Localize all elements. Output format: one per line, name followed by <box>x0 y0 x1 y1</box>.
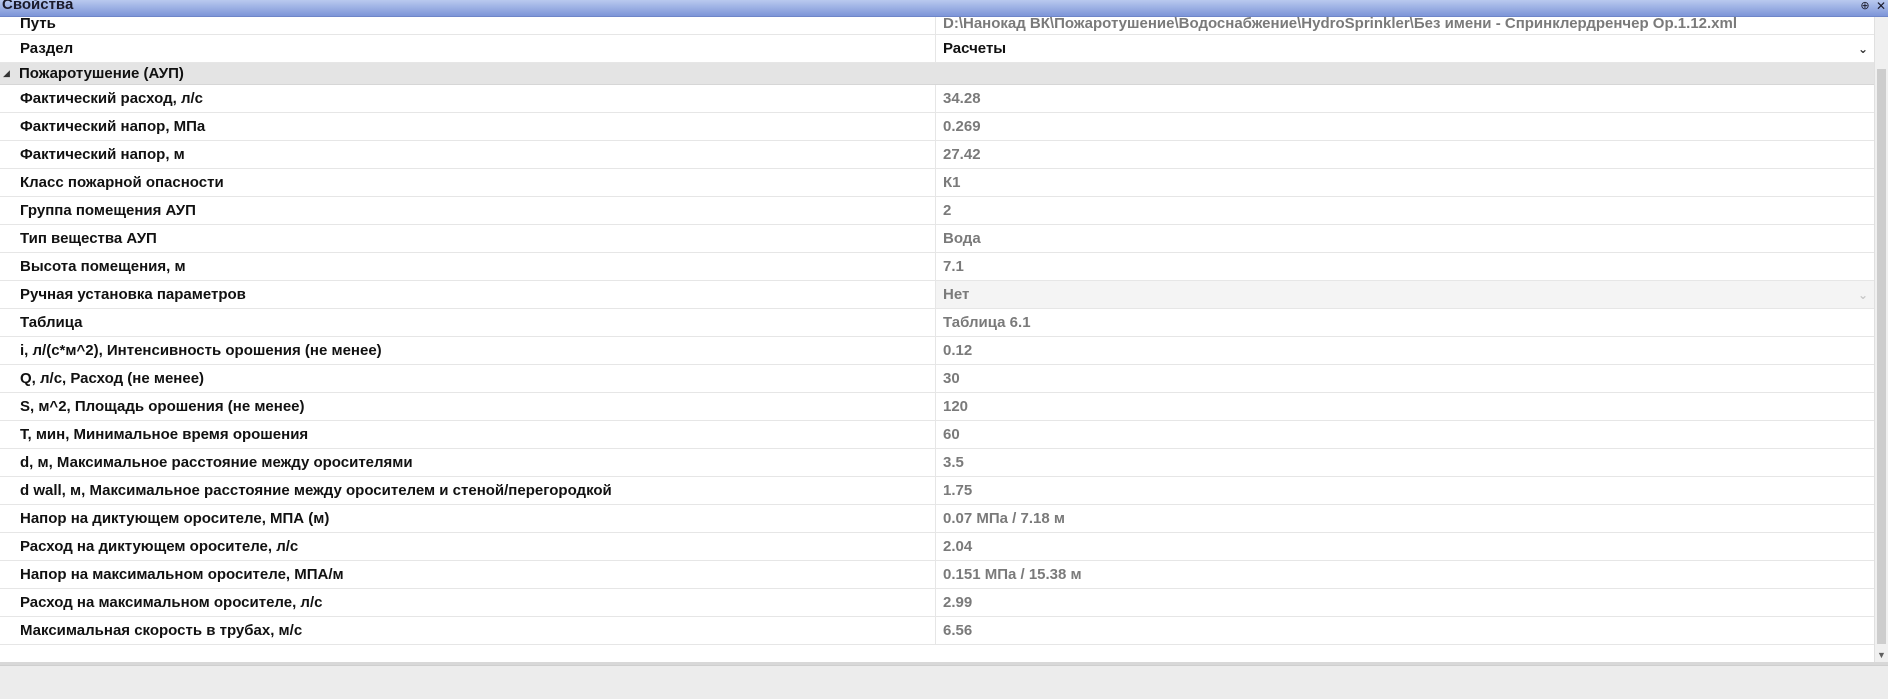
property-name: d, м, Максимальное расстояние между орос… <box>0 449 936 476</box>
property-row[interactable]: T, мин, Минимальное время орошения 60 <box>0 421 1874 449</box>
property-row[interactable]: Фактический напор, МПа 0.269 <box>0 113 1874 141</box>
property-row[interactable]: Расход на максимальном оросителе, л/с 2.… <box>0 589 1874 617</box>
property-row[interactable]: Фактический напор, м 27.42 <box>0 141 1874 169</box>
property-value: 0.07 МПа / 7.18 м <box>943 510 1065 527</box>
property-row[interactable]: Напор на диктующем оросителе, МПА (м) 0.… <box>0 505 1874 533</box>
property-name: S, м^2, Площадь орошения (не менее) <box>0 393 936 420</box>
property-name: Высота помещения, м <box>0 253 936 280</box>
scroll-down-icon[interactable]: ▼ <box>1875 648 1888 662</box>
property-value: 30 <box>943 370 960 387</box>
property-name: Напор на диктующем оросителе, МПА (м) <box>0 505 936 532</box>
chevron-down-icon[interactable]: ⌄ <box>1858 42 1868 56</box>
property-value: Таблица 6.1 <box>943 314 1031 331</box>
property-name: Расход на максимальном оросителе, л/с <box>0 589 936 616</box>
property-row[interactable]: Максимальная скорость в трубах, м/с 6.56 <box>0 617 1874 645</box>
property-name: Q, л/с, Расход (не менее) <box>0 365 936 392</box>
property-row[interactable]: Таблица Таблица 6.1 <box>0 309 1874 337</box>
vertical-scrollbar[interactable]: ▼ <box>1874 17 1888 662</box>
property-name: Раздел <box>0 35 936 62</box>
property-value: 7.1 <box>943 258 964 275</box>
property-row-section[interactable]: Раздел Расчеты ⌄ <box>0 35 1874 63</box>
property-name: Фактический расход, л/с <box>0 85 936 112</box>
property-row[interactable]: Тип вещества АУП Вода <box>0 225 1874 253</box>
chevron-down-icon[interactable]: ⌄ <box>1858 288 1868 302</box>
manual-setup-select-value: Нет <box>943 286 970 303</box>
property-grid: Путь D:\Нанокад ВК\Пожаротушение\Водосна… <box>0 17 1874 662</box>
property-value: D:\Нанокад ВК\Пожаротушение\Водоснабжени… <box>943 17 1738 32</box>
title-bar[interactable]: Свойства ⊕ ✕ <box>0 0 1888 17</box>
property-name: Ручная установка параметров <box>0 281 936 308</box>
section-select[interactable]: Расчеты ⌄ <box>936 35 1874 62</box>
property-row[interactable]: Группа помещения АУП 2 <box>0 197 1874 225</box>
property-value: 27.42 <box>943 146 981 163</box>
property-name: Путь <box>0 17 936 34</box>
property-row[interactable]: Напор на максимальном оросителе, МПА/м 0… <box>0 561 1874 589</box>
properties-window: Свойства ⊕ ✕ Путь D:\Нанокад ВК\Пожароту… <box>0 0 1888 699</box>
property-value: 2.04 <box>943 538 973 555</box>
property-name: Расход на диктующем оросителе, л/с <box>0 533 936 560</box>
property-value: 120 <box>943 398 969 415</box>
property-name: Напор на максимальном оросителе, МПА/м <box>0 561 936 588</box>
property-row[interactable]: d, м, Максимальное расстояние между орос… <box>0 449 1874 477</box>
property-value: 1.75 <box>943 482 973 499</box>
close-icon[interactable]: ✕ <box>1874 0 1888 14</box>
property-row[interactable]: S, м^2, Площадь орошения (не менее) 120 <box>0 393 1874 421</box>
property-value: 3.5 <box>943 454 964 471</box>
property-name: Максимальная скорость в трубах, м/с <box>0 617 936 644</box>
property-name: Таблица <box>0 309 936 336</box>
section-select-value: Расчеты <box>943 40 1007 57</box>
property-value: 6.56 <box>943 622 973 639</box>
property-name: Фактический напор, м <box>0 141 936 168</box>
pin-icon[interactable]: ⊕ <box>1858 0 1872 14</box>
property-value: 0.12 <box>943 342 973 359</box>
category-label: Пожаротушение (АУП) <box>19 65 184 82</box>
collapse-triangle-icon[interactable]: ◢ <box>3 68 10 79</box>
property-value: К1 <box>943 174 961 191</box>
property-row-manual-setup[interactable]: Ручная установка параметров Нет ⌄ <box>0 281 1874 309</box>
property-name: i, л/(с*м^2), Интенсивность орошения (не… <box>0 337 936 364</box>
property-row[interactable]: Высота помещения, м 7.1 <box>0 253 1874 281</box>
property-row[interactable]: d wall, м, Максимальное расстояние между… <box>0 477 1874 505</box>
property-name: Группа помещения АУП <box>0 197 936 224</box>
property-value: 34.28 <box>943 90 981 107</box>
window-title: Свойства <box>2 0 74 13</box>
property-row[interactable]: i, л/(с*м^2), Интенсивность орошения (не… <box>0 337 1874 365</box>
description-panel <box>0 665 1888 699</box>
property-value: 2 <box>943 202 952 219</box>
property-row[interactable]: Расход на диктующем оросителе, л/с 2.04 <box>0 533 1874 561</box>
property-name: Класс пожарной опасности <box>0 169 936 196</box>
property-value: 0.269 <box>943 118 981 135</box>
property-name: Фактический напор, МПа <box>0 113 936 140</box>
scrollbar-thumb[interactable] <box>1877 69 1886 644</box>
property-value: 60 <box>943 426 960 443</box>
property-name: Тип вещества АУП <box>0 225 936 252</box>
property-value: 0.151 МПа / 15.38 м <box>943 566 1082 583</box>
property-value: Вода <box>943 230 981 247</box>
property-value: 2.99 <box>943 594 973 611</box>
manual-setup-select[interactable]: Нет ⌄ <box>936 281 1874 308</box>
category-fire-suppression[interactable]: ◢ Пожаротушение (АУП) <box>0 63 1874 85</box>
property-row[interactable]: Фактический расход, л/с 34.28 <box>0 85 1874 113</box>
property-row-path[interactable]: Путь D:\Нанокад ВК\Пожаротушение\Водосна… <box>0 17 1874 35</box>
property-name: T, мин, Минимальное время орошения <box>0 421 936 448</box>
property-row[interactable]: Класс пожарной опасности К1 <box>0 169 1874 197</box>
property-name: d wall, м, Максимальное расстояние между… <box>0 477 936 504</box>
property-row[interactable]: Q, л/с, Расход (не менее) 30 <box>0 365 1874 393</box>
